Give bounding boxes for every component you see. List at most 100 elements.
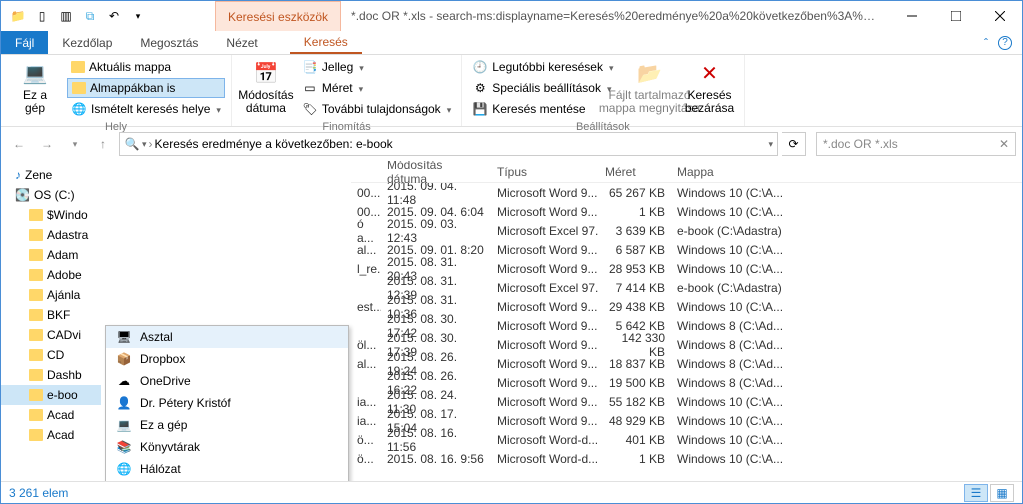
up-button[interactable]: ↑ [91, 132, 115, 156]
recent-searches-button[interactable]: 🕘Legutóbbi keresések [468, 57, 617, 77]
clock-icon: 🕘 [472, 59, 488, 75]
open-loc-label: Fájlt tartalmazó mappa megnyitása [599, 89, 700, 115]
tree-item[interactable]: Acad [1, 405, 101, 425]
date-modified-button[interactable]: 📅 Módosítás dátuma [238, 57, 294, 117]
repeat-search-button[interactable]: 🌐 Ismételt keresés helye [67, 99, 225, 119]
dropdown-item[interactable]: 📚Könyvtárak [106, 436, 348, 458]
chevron-down-icon [445, 102, 452, 116]
col-date[interactable]: Módosítás dátuma [381, 161, 491, 186]
item-icon: ☁ [116, 373, 132, 389]
tree-item[interactable]: Adam [1, 245, 101, 265]
list-row[interactable]: ö...2015. 08. 16. 9:56Microsoft Word-d..… [351, 449, 1022, 468]
details-view-button[interactable]: ☰ [964, 484, 988, 502]
col-folder[interactable]: Mappa [671, 165, 1022, 179]
advanced-label: Speciális beállítások [492, 81, 601, 95]
col-size[interactable]: Méret [599, 165, 671, 179]
clear-search-icon[interactable]: ✕ [999, 137, 1009, 151]
maximize-button[interactable] [934, 1, 978, 31]
ribbon-tabs: Fájl Kezdőlap Megosztás Nézet Keresés ˆ … [1, 31, 1022, 55]
close-button[interactable] [978, 1, 1022, 31]
dropdown-item[interactable]: 👤 Dr. Pétery Kristóf [106, 392, 348, 414]
address-bar[interactable]: 🔍 ▾ › Keresés eredménye a következőben: … [119, 132, 778, 156]
breadcrumb-text[interactable]: Keresés eredménye a következőben: e-book [155, 137, 393, 151]
icons-view-button[interactable]: ▦ [990, 484, 1014, 502]
item-label: Könyvtárak [140, 440, 200, 454]
size-button[interactable]: ▭ Méret [298, 78, 455, 98]
history-dropdown-button[interactable]: ▾ [63, 132, 87, 156]
this-pc-label: Ez a gép [23, 89, 47, 115]
ribbon-group-location: 💻 Ez a gép Aktuális mappa Almappákban is… [1, 55, 232, 126]
item-label: Dr. Pétery Kristóf [140, 396, 231, 410]
chevron-down-icon [357, 60, 364, 74]
list-rows[interactable]: 00...2015. 09. 04. 11:48Microsoft Word 9… [351, 183, 1022, 481]
ribbon-minimize-icon[interactable]: ˆ [984, 36, 988, 50]
properties-icon[interactable]: ▥ [55, 5, 77, 27]
dropdown-item[interactable]: 🏠Otthoni csoport [106, 480, 348, 481]
back-button[interactable]: ← [7, 132, 31, 156]
forward-button[interactable]: → [35, 132, 59, 156]
tree-item[interactable]: $Windo [1, 205, 101, 225]
nav-tree[interactable]: ♪Zene💽OS (C:)$WindoAdastraAdamAdobeAjánl… [1, 161, 101, 481]
this-pc-button[interactable]: 💻 Ez a gép [7, 57, 63, 117]
ribbon-group-refine: 📅 Módosítás dátuma 📑Jelleg ▭ Méret 🏷Továb… [232, 55, 462, 126]
all-subfolders-button[interactable]: Almappákban is [67, 78, 225, 98]
current-folder-button[interactable]: Aktuális mappa [67, 57, 225, 77]
qat-dropdown-icon[interactable]: ▾ [127, 5, 149, 27]
item-label: Hálózat [140, 462, 181, 476]
help-icon[interactable]: ? [998, 36, 1012, 50]
new-folder-icon[interactable]: ⧉ [79, 5, 101, 27]
save-search-button[interactable]: 💾Keresés mentése [468, 99, 617, 119]
refresh-button[interactable]: ⟳ [782, 132, 806, 156]
item-icon: 👤 [116, 395, 132, 411]
dropdown-item[interactable]: 🌐Hálózat [106, 458, 348, 480]
other-props-button[interactable]: 🏷További tulajdonságok [298, 99, 455, 119]
subfolders-label: Almappákban is [90, 81, 175, 95]
tree-item[interactable]: CD [1, 345, 101, 365]
status-bar: 3 261 elem ☰ ▦ [1, 481, 1022, 503]
chevron-down-icon [214, 102, 221, 116]
tree-item[interactable]: 💽OS (C:) [1, 185, 101, 205]
list-row[interactable]: 00...2015. 09. 04. 11:48Microsoft Word 9… [351, 183, 1022, 202]
dropdown-item[interactable]: 📦Dropbox [106, 348, 348, 370]
tree-item[interactable]: Adobe [1, 265, 101, 285]
list-header[interactable]: Módosítás dátuma Típus Méret Mappa [351, 161, 1022, 183]
contextual-tab-label: Keresési eszközök [215, 1, 341, 31]
size-icon: ▭ [302, 80, 318, 96]
tree-item[interactable]: Adastra [1, 225, 101, 245]
quick-access-toolbar: 📁 ▯ ▥ ⧉ ↶ ▾ [1, 5, 155, 27]
breadcrumb-dropdown-icon[interactable]: ▾ [142, 139, 147, 150]
search-box[interactable]: *.doc OR *.xls ✕ [816, 132, 1016, 156]
dropdown-item[interactable]: 🖥Asztal [106, 326, 348, 348]
dropdown-item[interactable]: ☁OneDrive [106, 370, 348, 392]
tree-item[interactable]: Dashb [1, 365, 101, 385]
list-row[interactable]: ö...2015. 08. 16. 11:56Microsoft Word-d.… [351, 430, 1022, 449]
ribbon: 💻 Ez a gép Aktuális mappa Almappákban is… [1, 55, 1022, 127]
undo-icon[interactable]: ↶ [103, 5, 125, 27]
window-title: *.doc OR *.xls - search-ms:displayname=K… [341, 9, 890, 23]
tree-item[interactable]: ♪Zene [1, 165, 101, 185]
dropdown-item[interactable]: 💻Ez a gép [106, 414, 348, 436]
col-type[interactable]: Típus [491, 165, 599, 179]
tree-item[interactable]: Ajánla [1, 285, 101, 305]
tree-item[interactable]: CADvi [1, 325, 101, 345]
minimize-button[interactable] [890, 1, 934, 31]
advanced-options-button[interactable]: ⚙Speciális beállítások [468, 78, 617, 98]
repeat-label: Ismételt keresés helye [91, 102, 210, 116]
tree-item[interactable]: BKF [1, 305, 101, 325]
search-placeholder: *.doc OR *.xls [823, 137, 898, 151]
qat-separator: ▯ [31, 5, 53, 27]
tab-view[interactable]: Nézet [212, 31, 271, 54]
kind-button[interactable]: 📑Jelleg [298, 57, 455, 77]
tree-item[interactable]: Acad [1, 425, 101, 445]
file-tab[interactable]: Fájl [1, 31, 48, 54]
tab-share[interactable]: Megosztás [126, 31, 212, 54]
tree-item[interactable]: e-boo [1, 385, 101, 405]
size-label: Méret [322, 81, 353, 95]
globe-icon: 🌐 [71, 101, 87, 117]
breadcrumb-dropdown-menu[interactable]: 🖥Asztal📦Dropbox☁OneDrive 👤 Dr. Pétery Kris… [105, 325, 349, 481]
tab-home[interactable]: Kezdőlap [48, 31, 126, 54]
item-icon: 🖥 [116, 329, 132, 345]
tab-search[interactable]: Keresés [290, 31, 362, 54]
list-row[interactable]: ó a...2015. 09. 03. 12:43Microsoft Excel… [351, 221, 1022, 240]
address-dropdown-icon[interactable]: ▾ [768, 139, 773, 150]
